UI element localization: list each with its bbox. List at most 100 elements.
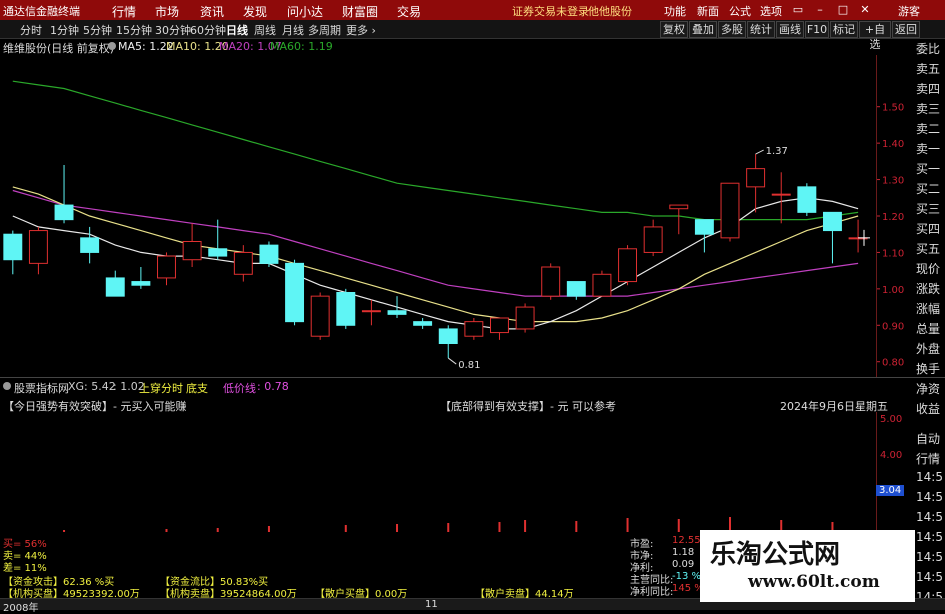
guest-label[interactable]: 游客 bbox=[898, 3, 920, 19]
close-icon[interactable]: ✕ bbox=[858, 3, 872, 17]
candle-down bbox=[80, 237, 100, 253]
period-tab[interactable]: 多周期 bbox=[308, 22, 341, 38]
title-bar: 通达信金融终端 行情 市场 资讯 发现 问小达 财富圈 交易 证券交易未登录 他… bbox=[0, 0, 945, 20]
menu-new-page[interactable]: 新面 bbox=[697, 3, 719, 19]
pe-value: 12.55 bbox=[672, 535, 701, 546]
annotation-leader bbox=[447, 357, 457, 365]
panel-separator bbox=[0, 377, 945, 378]
indicator-bar bbox=[626, 518, 629, 532]
maximize-icon[interactable]: □ bbox=[836, 3, 850, 17]
indicator-bar bbox=[524, 520, 527, 532]
annotation-label: 1.37 bbox=[766, 146, 788, 157]
candle-up bbox=[592, 273, 612, 297]
indicator-name: 股票指标网 bbox=[14, 382, 69, 395]
candle-up bbox=[28, 230, 48, 264]
order-book-label: 卖三 bbox=[916, 102, 941, 116]
adjust-button[interactable]: 复权 bbox=[660, 21, 688, 38]
y-tick-label: 1.50 bbox=[882, 103, 904, 114]
period-tab[interactable]: 30分钟 bbox=[155, 22, 191, 38]
candle-down bbox=[285, 262, 305, 323]
period-tab[interactable]: 月线 bbox=[282, 22, 304, 38]
order-book-label: 买四 bbox=[916, 222, 941, 236]
menu-item-wealth[interactable]: 财富圈 bbox=[342, 3, 378, 20]
menu-formula[interactable]: 公式 bbox=[729, 3, 751, 19]
restore-icon[interactable]: – bbox=[813, 3, 827, 17]
menu-item-trade[interactable]: 交易 bbox=[397, 3, 421, 20]
candle-down bbox=[131, 281, 151, 286]
y-tick-label: 0.80 bbox=[882, 358, 904, 369]
indicator-panel[interactable]: 5.00 4.00 3.04 bbox=[0, 412, 912, 532]
candle-up bbox=[669, 204, 689, 210]
candle-down bbox=[336, 292, 356, 326]
minimize-icon[interactable]: ▭ bbox=[791, 3, 805, 17]
login-notice[interactable]: 证券交易未登录 bbox=[512, 3, 589, 19]
order-book-label: 卖二 bbox=[916, 122, 941, 136]
draw-line-button[interactable]: 画线 bbox=[776, 21, 804, 38]
period-toolbar: 分时 1分钟 5分钟 15分钟 30分钟 60分钟 日线 周线 月线 多周期 更… bbox=[0, 20, 945, 51]
candle-down bbox=[259, 244, 279, 264]
back-button[interactable]: 返回 bbox=[892, 21, 920, 38]
candlestick-chart[interactable]: 1.50 1.40 1.30 1.20 1.10 1.00 0.90 0.80 1.37 0.81 bbox=[0, 55, 912, 377]
period-tab-more[interactable]: 更多 › bbox=[346, 22, 376, 38]
order-book-label[interactable]: 自动 bbox=[916, 430, 940, 447]
period-tab[interactable]: 1分钟 bbox=[50, 22, 79, 38]
indicator-l1: 上穿分时 bbox=[139, 382, 183, 395]
period-tab[interactable]: 周线 bbox=[254, 22, 276, 38]
menu-options[interactable]: 选项 bbox=[760, 3, 782, 19]
indicator-dot-icon bbox=[3, 382, 11, 390]
order-book-label: 卖五 bbox=[916, 62, 941, 76]
order-book-label: 涨跌 bbox=[916, 282, 941, 296]
order-book-label[interactable]: 行情 bbox=[916, 450, 940, 467]
indicator-bar bbox=[344, 525, 347, 532]
ma-legend: 维维股份(日线 前复权) MA5: 1.22 MA10: 1.20 MA20: … bbox=[0, 40, 912, 55]
candle-up bbox=[515, 306, 535, 330]
menu-item-quotes[interactable]: 行情 bbox=[112, 3, 136, 20]
broker-link[interactable]: 他他股份 bbox=[588, 3, 632, 19]
period-tab[interactable]: 15分钟 bbox=[116, 22, 152, 38]
order-book-label: 总量 bbox=[916, 322, 941, 336]
indicator-v3: : 0.78 bbox=[257, 380, 289, 393]
order-book-label: 现价 bbox=[916, 262, 941, 276]
menu-function[interactable]: 功能 bbox=[664, 3, 686, 19]
order-book-label: 14:5 bbox=[916, 510, 943, 524]
period-tab[interactable]: 分时 bbox=[20, 22, 42, 38]
candle-down bbox=[413, 321, 433, 326]
candle-up bbox=[771, 193, 791, 196]
period-tab[interactable]: 5分钟 bbox=[83, 22, 112, 38]
candle-down bbox=[566, 281, 586, 297]
candle-down bbox=[822, 211, 842, 232]
candle-up bbox=[464, 321, 484, 337]
indicator-bar bbox=[396, 524, 399, 532]
menu-item-ask[interactable]: 问小达 bbox=[287, 3, 323, 20]
order-book-label: 涨幅 bbox=[916, 302, 941, 316]
period-tab-active[interactable]: 日线 bbox=[226, 22, 248, 38]
candle-down bbox=[438, 328, 458, 344]
indicator-bar bbox=[165, 529, 168, 532]
candle-up bbox=[233, 251, 253, 275]
indicator-l3: 低价线 bbox=[223, 382, 256, 395]
menu-item-news[interactable]: 资讯 bbox=[200, 3, 224, 20]
overlay-button[interactable]: 叠加 bbox=[689, 21, 717, 38]
candle-up bbox=[643, 226, 663, 253]
period-tab[interactable]: 60分钟 bbox=[190, 22, 226, 38]
mark-button[interactable]: 标记 bbox=[830, 21, 858, 38]
annotation-leader bbox=[755, 149, 764, 155]
indicator-bar bbox=[267, 526, 270, 532]
indicator-l2: 底支 bbox=[186, 382, 208, 395]
order-book-label: 净资 bbox=[916, 382, 941, 396]
candle-up bbox=[157, 255, 176, 279]
ind-current-tick: 3.04 bbox=[876, 485, 905, 496]
ma60-label: MA60: 1.19 bbox=[270, 40, 333, 53]
f10-button[interactable]: F10 bbox=[805, 21, 829, 38]
order-book-label: 买五 bbox=[916, 242, 941, 256]
candle-up bbox=[541, 266, 561, 297]
candle-up bbox=[618, 248, 638, 283]
menu-item-market[interactable]: 市场 bbox=[155, 3, 179, 20]
candle-down bbox=[208, 248, 228, 257]
stats-button[interactable]: 统计 bbox=[747, 21, 775, 38]
add-favorite-button[interactable]: +自选 bbox=[859, 21, 891, 51]
menu-item-discover[interactable]: 发现 bbox=[243, 3, 267, 20]
order-book-label: 收益 bbox=[916, 402, 941, 416]
multi-stock-button[interactable]: 多股 bbox=[718, 21, 746, 38]
candlestick-svg: 1.50 1.40 1.30 1.20 1.10 1.00 0.90 0.80 1.37 0.81 bbox=[3, 80, 904, 371]
